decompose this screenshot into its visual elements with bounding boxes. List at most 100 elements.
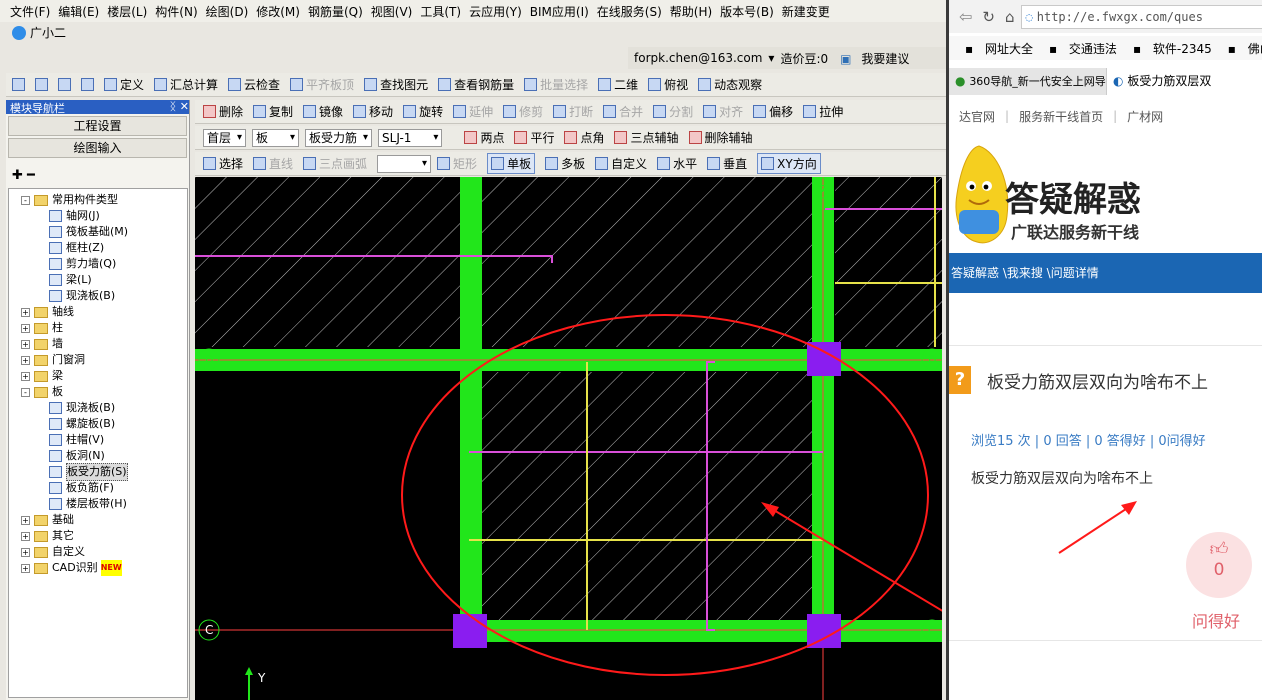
tree-toggle-icon[interactable]: + <box>21 563 30 573</box>
tree-item[interactable]: + 门窗洞 <box>21 352 85 368</box>
tree-toggle-icon[interactable]: + <box>21 531 30 541</box>
define-button[interactable]: 定义 <box>104 76 144 93</box>
tree-item[interactable]: + 梁 <box>21 368 63 384</box>
tree-item[interactable]: 板洞(N) <box>49 448 105 464</box>
bookmark-item[interactable]: ▪ 佛山天气 <box>1220 40 1262 57</box>
tree-toggle-icon[interactable]: - <box>21 387 30 397</box>
copy-button[interactable]: 复制 <box>253 103 293 120</box>
menu-item[interactable]: 新建变更 <box>782 3 830 20</box>
sum-calc-button[interactable]: 汇总计算 <box>154 76 218 93</box>
top-view-button[interactable]: 俯视 <box>648 76 688 93</box>
menu-item[interactable]: 文件(F) <box>10 3 50 20</box>
tree-toggle-icon[interactable]: + <box>21 355 30 365</box>
tree-item[interactable]: 板受力筋(S) <box>49 463 128 481</box>
bookmark-item[interactable]: ▪ 网址大全 <box>957 40 1033 57</box>
undo-icon[interactable] <box>81 78 94 91</box>
2d-view-button[interactable]: 二维 <box>598 76 638 93</box>
tree-item[interactable]: + 轴线 <box>21 304 74 320</box>
home-icon[interactable]: ⌂ <box>1005 8 1015 26</box>
assistant-link[interactable]: 广小二 <box>12 24 66 41</box>
rotate-button[interactable]: 旋转 <box>403 103 443 120</box>
delete-button[interactable]: 删除 <box>203 103 243 120</box>
beam-vertical-left[interactable] <box>460 177 482 642</box>
delete-aux-button[interactable]: 删除辅轴 <box>688 129 753 146</box>
tab-question[interactable]: ◐ 板受力筋双层双 <box>1107 68 1262 95</box>
slab-top-left[interactable] <box>195 177 460 347</box>
tree-toggle-icon[interactable]: - <box>21 195 30 205</box>
tree-toggle-icon[interactable]: + <box>21 307 30 317</box>
tree-item[interactable]: 框柱(Z) <box>49 240 104 256</box>
menu-item[interactable]: 视图(V) <box>371 3 413 20</box>
tree-item[interactable]: 板负筋(F) <box>49 480 114 496</box>
tree-toggle-icon[interactable]: + <box>21 371 30 381</box>
tree-toggle-icon[interactable]: + <box>21 323 30 333</box>
bookmark-item[interactable]: ▪ 软件-2345 <box>1125 40 1212 57</box>
expand-collapse-icon[interactable]: ✚ ━ <box>12 168 35 183</box>
cloud-check-button[interactable]: 云检查 <box>228 76 280 93</box>
site-nav-link[interactable]: 服务新干线首页 <box>1019 108 1103 125</box>
floor-select[interactable]: 首层 <box>203 128 247 147</box>
menu-item[interactable]: 编辑(E) <box>58 3 99 20</box>
tree-item[interactable]: 剪力墙(Q) <box>49 256 116 272</box>
tree-item[interactable]: 梁(L) <box>49 272 92 288</box>
point-angle-button[interactable]: 点角 <box>564 129 604 146</box>
view-rebar-button[interactable]: 查看钢筋量 <box>438 76 514 93</box>
breadcrumb[interactable]: 答疑解惑 \我来搜 \问题详情 <box>949 253 1262 293</box>
column[interactable] <box>453 614 487 648</box>
select-button[interactable]: 选择 <box>203 155 243 172</box>
move-button[interactable]: 移动 <box>353 103 393 120</box>
tree-item[interactable]: + 柱 <box>21 320 63 336</box>
tree-toggle-icon[interactable]: + <box>21 339 30 349</box>
slab-selected[interactable] <box>482 372 812 622</box>
dynamic-observe-button[interactable]: 动态观察 <box>698 76 762 93</box>
find-element-button[interactable]: 查找图元 <box>364 76 428 93</box>
three-point-aux-button[interactable]: 三点辅轴 <box>614 129 679 146</box>
refresh-icon[interactable]: ↻ <box>982 8 995 26</box>
open-file-icon[interactable] <box>35 78 48 91</box>
pin-close-icon[interactable]: ᛝ ✕ <box>170 100 189 114</box>
two-point-button[interactable]: 两点 <box>464 129 504 146</box>
name-select[interactable]: SLJ-1 <box>378 128 443 147</box>
xy-direction-button[interactable]: XY方向 <box>757 153 821 174</box>
horizontal-button[interactable]: 水平 <box>657 155 697 172</box>
offset-button[interactable]: 偏移 <box>753 103 793 120</box>
tree-item[interactable]: 柱帽(V) <box>49 432 104 448</box>
menu-item[interactable]: 修改(M) <box>256 3 300 20</box>
custom-button[interactable]: 自定义 <box>595 155 647 172</box>
menu-item[interactable]: BIM应用(I) <box>530 3 589 20</box>
menu-item[interactable]: 帮助(H) <box>670 3 712 20</box>
single-slab-button[interactable]: 单板 <box>487 153 536 174</box>
tree-toggle-icon[interactable]: + <box>21 547 30 557</box>
menu-item[interactable]: 绘图(D) <box>206 3 249 20</box>
category-select[interactable]: 板 <box>252 128 300 147</box>
component-select[interactable]: 板受力筋 <box>305 128 373 147</box>
new-file-icon[interactable] <box>12 78 25 91</box>
save-icon[interactable] <box>58 78 71 91</box>
tree-item[interactable]: 楼层板带(H) <box>49 496 127 512</box>
menu-item[interactable]: 云应用(Y) <box>469 3 522 20</box>
tree-item[interactable]: - 常用构件类型 <box>21 192 118 208</box>
beam-horizontal-c[interactable] <box>460 620 942 642</box>
menu-item[interactable]: 工具(T) <box>420 3 461 20</box>
menu-item[interactable]: 在线服务(S) <box>597 3 662 20</box>
parallel-button[interactable]: 平行 <box>514 129 554 146</box>
mirror-button[interactable]: 镜像 <box>303 103 343 120</box>
slab-top-right[interactable] <box>835 177 942 347</box>
tree-item[interactable]: + CAD识别 NEW <box>21 560 122 576</box>
tree-item[interactable]: + 基础 <box>21 512 74 528</box>
nav-button-project-settings[interactable]: 工程设置 <box>8 116 187 136</box>
nav-button-drawing-input[interactable]: 绘图输入 <box>8 138 187 158</box>
tree-item[interactable]: 现浇板(B) <box>49 288 115 304</box>
tree-item[interactable]: 现浇板(B) <box>49 400 115 416</box>
vertical-button[interactable]: 垂直 <box>707 155 747 172</box>
tree-item[interactable]: 筏板基础(M) <box>49 224 128 240</box>
back-icon[interactable]: ⇦ <box>959 7 972 26</box>
site-nav-link[interactable]: 达官网 <box>959 108 995 125</box>
tree-item[interactable]: + 其它 <box>21 528 74 544</box>
menu-item[interactable]: 钢筋量(Q) <box>308 3 363 20</box>
menu-item[interactable]: 版本号(B) <box>720 3 774 20</box>
stretch-button[interactable]: 拉伸 <box>803 103 843 120</box>
tree-item[interactable]: + 墙 <box>21 336 63 352</box>
user-email[interactable]: forpk.chen@163.com <box>634 51 762 65</box>
menu-item[interactable]: 构件(N) <box>155 3 197 20</box>
